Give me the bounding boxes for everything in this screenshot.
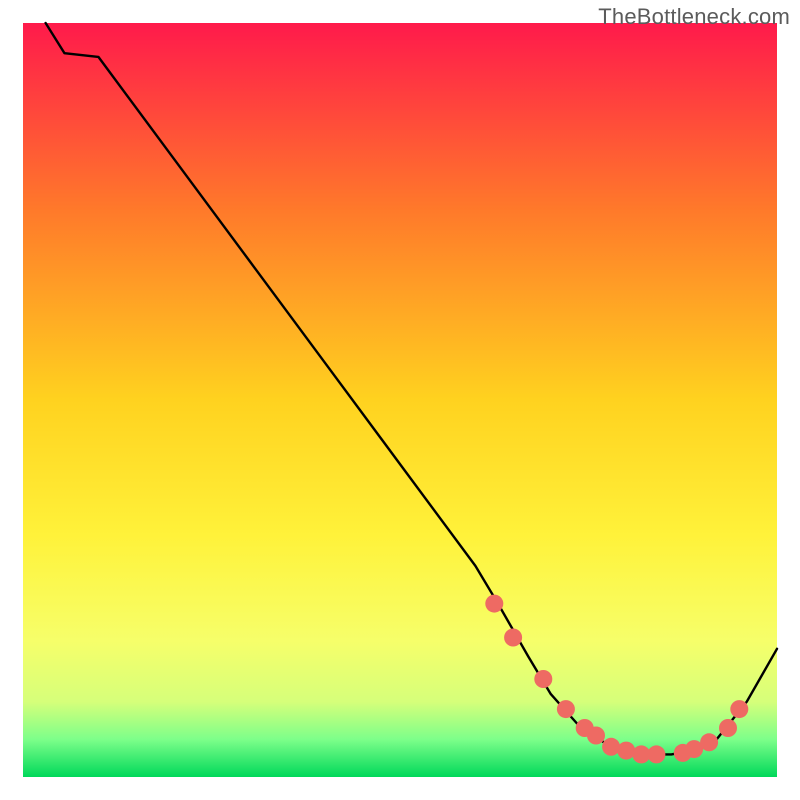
watermark-text: TheBottleneck.com <box>598 4 790 30</box>
marker-dot <box>557 700 575 718</box>
marker-dot <box>647 745 665 763</box>
marker-dot <box>602 738 620 756</box>
marker-dot <box>587 727 605 745</box>
marker-dot <box>730 700 748 718</box>
gradient-background <box>23 23 777 777</box>
marker-dot <box>534 670 552 688</box>
marker-dot <box>617 742 635 760</box>
marker-dot <box>504 629 522 647</box>
bottleneck-chart <box>0 0 800 800</box>
marker-dot <box>485 595 503 613</box>
marker-dot <box>700 733 718 751</box>
chart-container: TheBottleneck.com <box>0 0 800 800</box>
marker-dot <box>719 719 737 737</box>
